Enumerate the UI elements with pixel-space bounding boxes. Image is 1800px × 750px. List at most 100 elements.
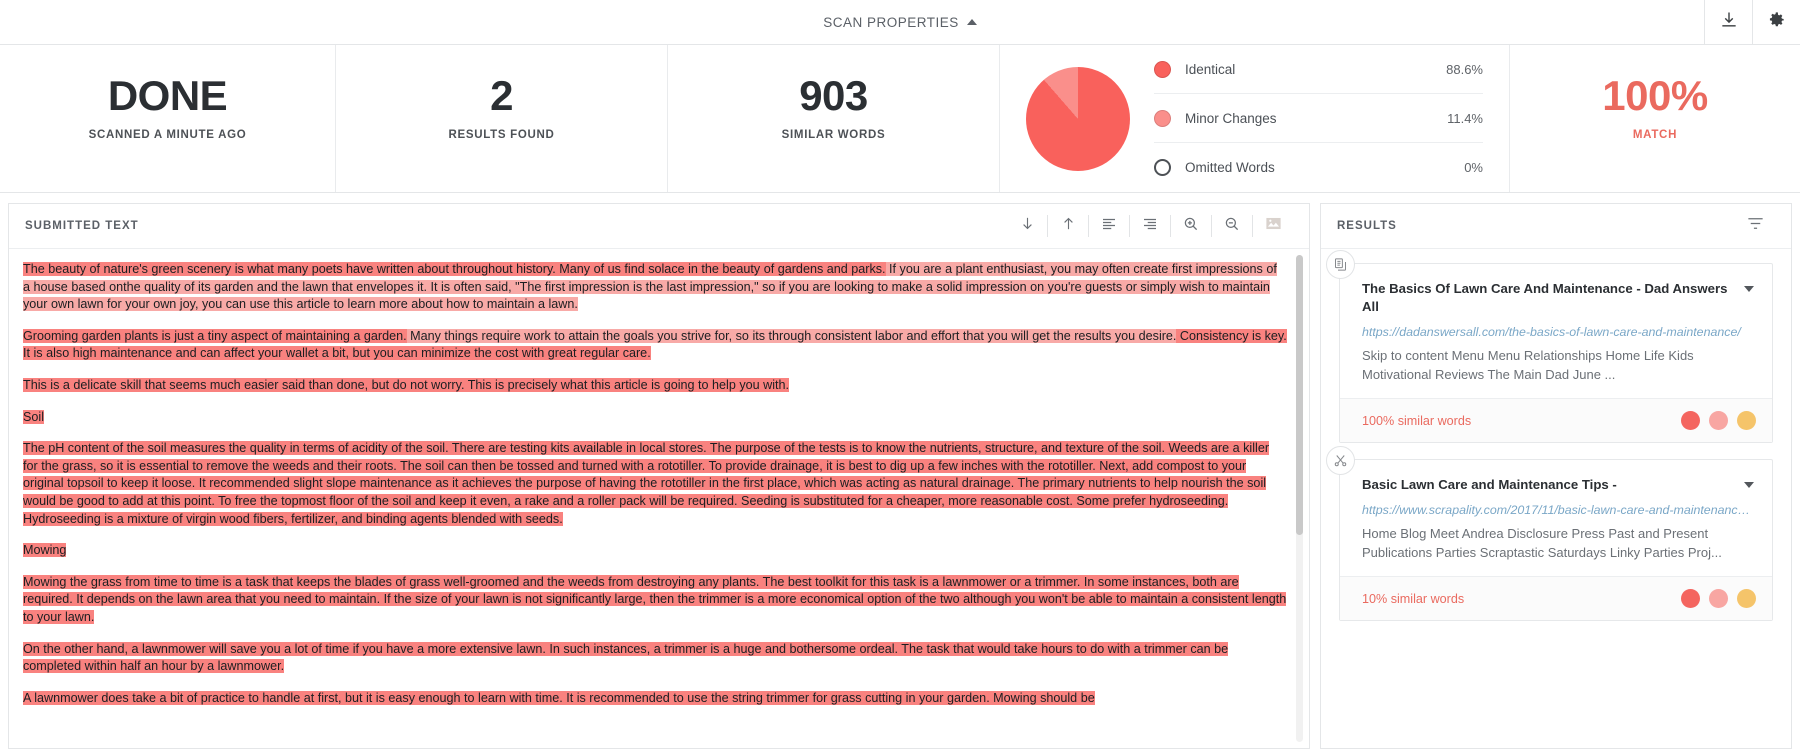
- scroll-down-button[interactable]: [1007, 209, 1047, 243]
- align-left-button[interactable]: [1089, 209, 1129, 243]
- identical-highlight: A lawnmower does take a bit of practice …: [23, 690, 1095, 705]
- result-url[interactable]: https://dadanswersall.com/the-basics-of-…: [1362, 325, 1754, 339]
- status-value: DONE: [107, 71, 228, 119]
- download-icon: [1719, 10, 1739, 35]
- result-card[interactable]: Basic Lawn Care and Maintenance Tips - ht…: [1326, 446, 1773, 621]
- highlight-color-dot-2[interactable]: [1709, 411, 1728, 430]
- highlight-color-options: [1681, 589, 1756, 608]
- align-right-button[interactable]: [1130, 209, 1170, 243]
- settings-button[interactable]: [1752, 0, 1800, 45]
- identical-highlight: Mowing: [23, 543, 67, 558]
- legend-percent: 11.4%: [1447, 110, 1483, 126]
- highlight-color-dot-3[interactable]: [1737, 411, 1756, 430]
- result-card-body: Basic Lawn Care and Maintenance Tips - ht…: [1340, 460, 1772, 576]
- submitted-text-paragraph: Mowing the grass from time to time is a …: [23, 574, 1287, 627]
- scan-stats-strip: DONE SCANNED A MINUTE AGO 2 RESULTS FOUN…: [0, 45, 1800, 193]
- similar-words-badge: 100% similar words: [1362, 413, 1472, 428]
- highlight-color-dot-1[interactable]: [1681, 589, 1700, 608]
- similar-words-value: 903: [799, 71, 868, 119]
- legend-percent: 88.6%: [1446, 61, 1483, 77]
- status-label: SCANNED A MINUTE AGO: [88, 128, 247, 141]
- scissors-icon[interactable]: [1326, 446, 1355, 475]
- legend-color-dot: [1154, 159, 1171, 176]
- top-bar: SCAN PROPERTIES: [0, 0, 1800, 45]
- scroll-up-icon: [1060, 215, 1077, 237]
- align-left-icon: [1100, 215, 1118, 238]
- zoom-in-button[interactable]: [1171, 209, 1211, 243]
- zoom-in-icon: [1182, 215, 1200, 238]
- result-title[interactable]: The Basics Of Lawn Care And Maintenance …: [1362, 280, 1744, 316]
- results-list: The Basics Of Lawn Care And Maintenance …: [1321, 249, 1791, 748]
- result-card-footer: 100% similar words: [1340, 398, 1772, 442]
- submitted-text-paragraph: Mowing: [23, 542, 1287, 560]
- chevron-down-icon[interactable]: [1744, 286, 1754, 292]
- highlight-color-dot-3[interactable]: [1737, 589, 1756, 608]
- scan-properties-label: SCAN PROPERTIES: [823, 14, 959, 30]
- scan-properties-toggle[interactable]: SCAN PROPERTIES: [823, 15, 977, 30]
- similarity-breakdown: Identical 88.6% Minor Changes 11.4% Omitted …: [1000, 45, 1510, 192]
- submitted-text-scroll-area[interactable]: The beauty of nature's green scenery is …: [9, 249, 1309, 748]
- result-url[interactable]: https://www.scrapality.com/2017/11/basic…: [1362, 503, 1754, 517]
- stat-results-found: 2 RESULTS FOUND: [336, 45, 668, 192]
- submitted-text-scrollbar[interactable]: [1296, 255, 1303, 742]
- download-button[interactable]: [1704, 0, 1752, 45]
- submitted-text-panel: SUBMITTED TEXT The beauty of nature's gr…: [8, 203, 1310, 749]
- submitted-text-paragraph: The beauty of nature's green scenery is …: [23, 261, 1287, 314]
- zoom-out-button[interactable]: [1212, 209, 1252, 243]
- submitted-text-paragraph: Grooming garden plants is just a tiny as…: [23, 328, 1287, 363]
- identical-highlight: Grooming garden plants is just a tiny as…: [23, 328, 407, 343]
- legend-row: Identical 88.6%: [1154, 45, 1483, 94]
- align-right-icon: [1141, 215, 1159, 238]
- identical-highlight: This is a delicate skill that seems much…: [23, 377, 790, 392]
- stat-similar-words: 903 SIMILAR WORDS: [668, 45, 1000, 192]
- chevron-up-icon: [966, 19, 977, 25]
- submitted-text-body: The beauty of nature's green scenery is …: [23, 261, 1287, 707]
- results-panel: RESULTS The Basics Of Lawn Care And Main…: [1320, 203, 1792, 749]
- legend-label: Omitted Words: [1185, 160, 1275, 175]
- results-found-label: RESULTS FOUND: [448, 128, 555, 141]
- scroll-up-button[interactable]: [1048, 209, 1088, 243]
- result-card-title-row: Basic Lawn Care and Maintenance Tips -: [1362, 476, 1754, 494]
- image-view-button[interactable]: [1253, 209, 1293, 243]
- top-bar-actions: [1704, 0, 1800, 45]
- main-content: SUBMITTED TEXT The beauty of nature's gr…: [0, 193, 1800, 749]
- legend-percent: 0%: [1464, 160, 1483, 175]
- legend-label: Minor Changes: [1185, 110, 1277, 126]
- identical-highlight: The pH content of the soil measures the …: [23, 441, 1270, 526]
- similar-words-label: SIMILAR WORDS: [781, 128, 886, 141]
- result-card[interactable]: The Basics Of Lawn Care And Maintenance …: [1326, 250, 1773, 443]
- identical-highlight: The beauty of nature's green scenery is …: [23, 262, 886, 276]
- results-title: RESULTS: [1337, 220, 1397, 232]
- submitted-text-title: SUBMITTED TEXT: [25, 220, 139, 232]
- filter-icon: [1746, 214, 1765, 238]
- similar-words-badge: 10% similar words: [1362, 591, 1465, 606]
- highlight-color-dot-2[interactable]: [1709, 589, 1728, 608]
- submitted-text-paragraph: Soil: [23, 409, 1287, 427]
- results-filter-button[interactable]: [1735, 209, 1775, 243]
- stat-match: 100% MATCH: [1510, 45, 1800, 192]
- result-card-title-row: The Basics Of Lawn Care And Maintenance …: [1362, 280, 1754, 316]
- result-snippet: Skip to content Menu Menu Relationships …: [1362, 348, 1694, 382]
- similarity-pie-chart: [1026, 66, 1130, 171]
- result-title[interactable]: Basic Lawn Care and Maintenance Tips -: [1362, 476, 1744, 494]
- legend-row: Omitted Words 0%: [1154, 143, 1483, 192]
- identical-highlight: On the other hand, a lawnmower will save…: [23, 641, 1229, 674]
- legend-label: Identical: [1185, 61, 1236, 77]
- copy-icon[interactable]: [1326, 250, 1355, 279]
- submitted-text-header: SUBMITTED TEXT: [9, 204, 1309, 249]
- identical-highlight: Soil: [23, 409, 44, 424]
- submitted-text-paragraph: The pH content of the soil measures the …: [23, 440, 1287, 528]
- submitted-text-paragraph: On the other hand, a lawnmower will save…: [23, 641, 1287, 676]
- match-label: MATCH: [1632, 128, 1678, 141]
- chevron-down-icon[interactable]: [1744, 482, 1754, 488]
- image-icon: [1264, 214, 1283, 238]
- legend-color-dot: [1154, 60, 1171, 78]
- minor-change-highlight: Many things require work to attain the g…: [406, 328, 1177, 343]
- scrollbar-thumb[interactable]: [1296, 255, 1303, 535]
- results-found-value: 2: [490, 71, 513, 119]
- submitted-text-paragraph: A lawnmower does take a bit of practice …: [23, 690, 1287, 708]
- highlight-color-dot-1[interactable]: [1681, 411, 1700, 430]
- match-value: 100%: [1602, 71, 1708, 119]
- result-snippet: Home Blog Meet Andrea Disclosure Press P…: [1362, 526, 1722, 560]
- gear-icon: [1767, 10, 1787, 35]
